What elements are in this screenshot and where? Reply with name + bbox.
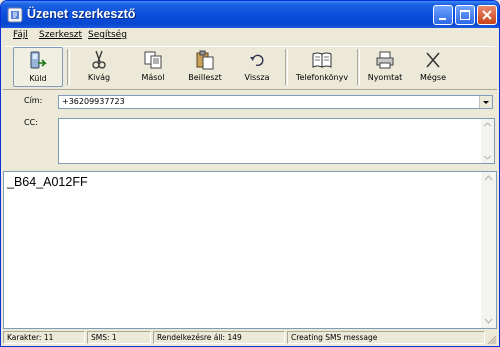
maximize-button[interactable] — [455, 5, 475, 25]
scroll-arrows-icon — [483, 122, 492, 160]
undo-label: Vissza — [244, 73, 270, 82]
status-sms: SMS: 1 — [91, 333, 117, 342]
maximize-icon — [460, 10, 470, 20]
paste-button[interactable]: Beilleszt — [179, 47, 231, 87]
copy-button[interactable]: Másol — [127, 47, 179, 87]
cut-label: Kivág — [87, 73, 111, 82]
print-button[interactable]: Nyomtat — [361, 47, 409, 87]
minimize-icon — [439, 18, 446, 20]
body-scrollbar[interactable] — [481, 172, 496, 328]
menu-edit[interactable]: Szerkeszt — [39, 30, 82, 40]
printer-icon — [376, 51, 394, 69]
book-icon — [312, 52, 332, 68]
toolbar-separator — [285, 49, 288, 85]
scroll-arrows-icon — [484, 175, 493, 324]
print-label: Nyomtat — [367, 73, 403, 82]
status-message-panel: Creating SMS message — [287, 331, 485, 344]
status-sms-panel: SMS: 1 — [87, 331, 151, 344]
message-body-text: _B64_A012FF — [7, 175, 88, 189]
undo-icon — [250, 54, 264, 67]
cancel-button[interactable]: Mégse — [409, 47, 457, 87]
toolbar-separator — [357, 49, 360, 85]
paste-label: Beilleszt — [188, 73, 222, 82]
menu-help[interactable]: Segítség — [88, 30, 127, 40]
send-button[interactable]: Küld — [13, 47, 63, 87]
title-bar[interactable]: Üzenet szerkesztő — [1, 1, 499, 28]
send-phone-icon — [30, 51, 47, 69]
cancel-label: Mégse — [420, 73, 446, 82]
status-bar: Karakter: 11 SMS: 1 Rendelkezésre áll: 1… — [1, 329, 499, 346]
cancel-x-icon — [426, 52, 440, 68]
copy-label: Másol — [141, 73, 165, 82]
status-characters-panel: Karakter: 11 — [3, 331, 85, 344]
window-title: Üzenet szerkesztő — [27, 7, 136, 21]
toolbar: Küld Kivág Másol Beilleszt Vissza Telefo… — [5, 46, 495, 88]
chevron-down-icon — [483, 101, 489, 104]
status-available-panel: Rendelkezésre áll: 149 — [153, 331, 285, 344]
header-panel: Cím: +36209937723 CC: — [3, 89, 497, 170]
undo-button[interactable]: Vissza — [231, 47, 283, 87]
status-available: Rendelkezésre áll: 149 — [157, 333, 242, 342]
paste-icon — [196, 50, 214, 70]
message-body-editor[interactable]: _B64_A012FF — [3, 171, 497, 329]
menu-file[interactable]: Fájl — [13, 30, 28, 40]
cut-button[interactable]: Kivág — [71, 47, 127, 87]
toolbar-separator — [67, 49, 70, 85]
resize-grip-icon[interactable] — [487, 335, 497, 345]
to-label: Cím: — [24, 96, 43, 105]
message-editor-window: Üzenet szerkesztő Fájl Szerkeszt Segítsé… — [0, 0, 500, 347]
cc-field[interactable] — [58, 118, 495, 164]
cc-label: CC: — [24, 118, 38, 127]
recipient-value: +36209937723 — [62, 97, 125, 106]
copy-icon — [144, 51, 162, 69]
minimize-button[interactable] — [433, 5, 453, 25]
scissors-icon — [92, 50, 106, 69]
phonebook-label: Telefonkönyv — [295, 73, 349, 82]
phonebook-button[interactable]: Telefonkönyv — [289, 47, 355, 87]
recipient-field[interactable]: +36209937723 — [58, 95, 493, 109]
menu-bar: Fájl Szerkeszt Segítség — [1, 28, 499, 45]
close-icon — [482, 10, 492, 20]
status-message: Creating SMS message — [291, 333, 378, 342]
send-label: Küld — [29, 74, 47, 83]
app-icon — [7, 7, 23, 23]
cc-scrollbar[interactable] — [481, 119, 494, 163]
status-characters: Karakter: 11 — [7, 333, 54, 342]
recipient-dropdown-button[interactable] — [479, 96, 492, 108]
close-button[interactable] — [477, 5, 497, 25]
